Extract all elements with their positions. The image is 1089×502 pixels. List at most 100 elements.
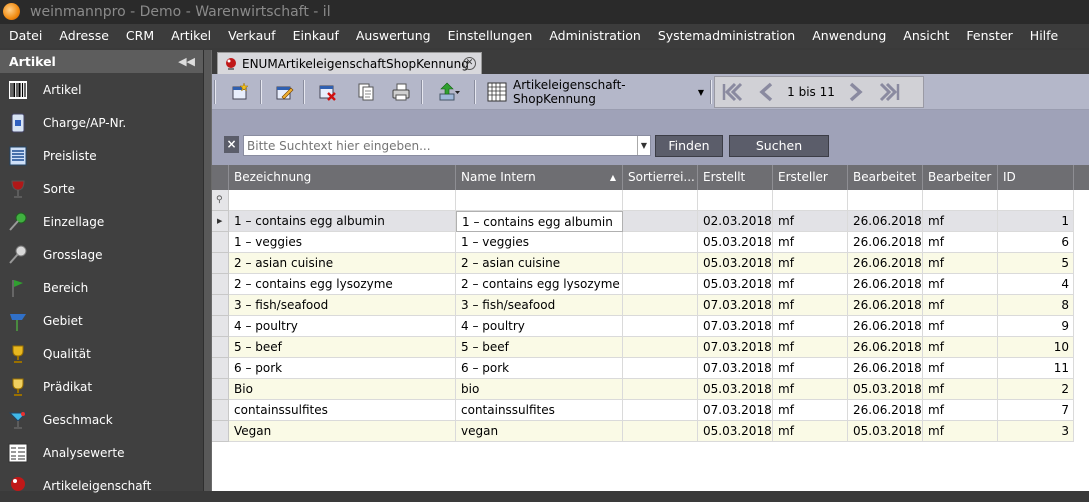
column-header-2[interactable]: Name Intern ▲: [456, 165, 623, 190]
table-cell[interactable]: 2 – contains egg lysozyme: [456, 274, 623, 295]
view-select[interactable]: Artikeleigenschaft-ShopKennung ▼: [483, 78, 704, 106]
table-cell[interactable]: 2 – contains egg lysozyme: [229, 274, 456, 295]
table-cell[interactable]: mf: [923, 211, 998, 232]
column-header-6[interactable]: Bearbeitet: [848, 165, 923, 190]
collapse-sidebar-icon[interactable]: ◀◀: [178, 50, 195, 73]
table-cell[interactable]: 07.03.2018: [698, 400, 773, 421]
sidebar-item-analysewerte[interactable]: Analysewerte: [0, 436, 203, 469]
table-cell[interactable]: 2 – asian cuisine: [229, 253, 456, 274]
table-row[interactable]: 6 – pork 6 – pork 07.03.2018 mf 26.06.2018 mf…: [212, 358, 1089, 379]
menu-anwendung[interactable]: Anwendung: [803, 24, 894, 48]
table-cell[interactable]: 10: [998, 337, 1074, 358]
filter-cell[interactable]: [623, 190, 698, 211]
table-row[interactable]: 1 – veggies 1 – veggies 05.03.2018 mf 26.06.…: [212, 232, 1089, 253]
table-cell[interactable]: 1: [998, 211, 1074, 232]
sidebar-splitter[interactable]: [203, 50, 212, 491]
table-cell[interactable]: vegan: [456, 421, 623, 442]
table-cell[interactable]: [623, 211, 698, 232]
previous-record-icon[interactable]: [749, 81, 783, 103]
find-button[interactable]: Finden: [655, 135, 723, 157]
column-header-1[interactable]: Bezeichnung: [229, 165, 456, 190]
row-selector[interactable]: [212, 253, 229, 274]
sidebar-item-bereich[interactable]: Bereich: [0, 271, 203, 304]
table-cell[interactable]: 26.06.2018: [848, 274, 923, 295]
table-cell[interactable]: 05.03.2018: [848, 421, 923, 442]
table-cell[interactable]: 26.06.2018: [848, 400, 923, 421]
table-cell[interactable]: 3 – fish/seafood: [229, 295, 456, 316]
table-cell[interactable]: 1 – contains egg albumin: [456, 211, 623, 232]
table-cell[interactable]: [623, 316, 698, 337]
sidebar-item-artikel[interactable]: Artikel: [0, 73, 203, 106]
column-header-5[interactable]: Ersteller: [773, 165, 848, 190]
table-row[interactable]: ▶ 1 – contains egg albumin 1 – contains eg…: [212, 211, 1089, 232]
row-selector[interactable]: [212, 379, 229, 400]
table-cell[interactable]: 1 – veggies: [456, 232, 623, 253]
edit-record-icon[interactable]: [273, 80, 297, 104]
menu-crm[interactable]: CRM: [117, 24, 162, 48]
table-cell[interactable]: mf: [923, 253, 998, 274]
table-cell[interactable]: 07.03.2018: [698, 295, 773, 316]
sidebar-item-charge-ap-nr-[interactable]: Charge/AP-Nr.: [0, 106, 203, 139]
sidebar-item-sorte[interactable]: Sorte: [0, 172, 203, 205]
table-cell[interactable]: 5 – beef: [456, 337, 623, 358]
menu-verkauf[interactable]: Verkauf: [219, 24, 283, 48]
table-cell[interactable]: 5 – beef: [229, 337, 456, 358]
table-cell[interactable]: 1 – veggies: [229, 232, 456, 253]
sidebar-item-preisliste[interactable]: Preisliste: [0, 139, 203, 172]
table-cell[interactable]: 26.06.2018: [848, 232, 923, 253]
export-icon[interactable]: [432, 80, 466, 104]
sidebar-item-qualität[interactable]: Qualität: [0, 337, 203, 370]
table-cell[interactable]: mf: [923, 379, 998, 400]
next-record-icon[interactable]: [839, 81, 873, 103]
table-cell[interactable]: Vegan: [229, 421, 456, 442]
sidebar-item-einzellage[interactable]: Einzellage: [0, 205, 203, 238]
filter-cell[interactable]: [998, 190, 1074, 211]
table-cell[interactable]: 05.03.2018: [698, 274, 773, 295]
table-row[interactable]: containssulfites containssulfites 07.03.20…: [212, 400, 1089, 421]
menu-artikel[interactable]: Artikel: [162, 24, 219, 48]
column-header-7[interactable]: Bearbeiter: [923, 165, 998, 190]
menu-systemadministration[interactable]: Systemadministration: [649, 24, 803, 48]
table-cell[interactable]: [623, 337, 698, 358]
table-cell[interactable]: mf: [923, 232, 998, 253]
table-cell[interactable]: mf: [923, 295, 998, 316]
table-cell[interactable]: 05.03.2018: [698, 232, 773, 253]
table-cell[interactable]: 07.03.2018: [698, 358, 773, 379]
copy-record-icon[interactable]: [354, 80, 378, 104]
table-cell[interactable]: [623, 253, 698, 274]
menu-auswertung[interactable]: Auswertung: [347, 24, 439, 48]
table-cell[interactable]: [623, 358, 698, 379]
menu-fenster[interactable]: Fenster: [957, 24, 1020, 48]
table-cell[interactable]: 6 – pork: [229, 358, 456, 379]
search-input[interactable]: [243, 135, 651, 156]
print-icon[interactable]: [389, 80, 413, 104]
column-header-3[interactable]: Sortierrei...: [623, 165, 698, 190]
delete-record-icon[interactable]: [316, 80, 340, 104]
menu-ansicht[interactable]: Ansicht: [894, 24, 957, 48]
table-cell[interactable]: mf: [773, 274, 848, 295]
table-cell[interactable]: mf: [773, 295, 848, 316]
table-cell[interactable]: 02.03.2018: [698, 211, 773, 232]
table-cell[interactable]: [623, 400, 698, 421]
table-cell[interactable]: 6: [998, 232, 1074, 253]
table-cell[interactable]: 11: [998, 358, 1074, 379]
table-row[interactable]: 3 – fish/seafood 3 – fish/seafood 07.03.20…: [212, 295, 1089, 316]
table-cell[interactable]: 3 – fish/seafood: [456, 295, 623, 316]
table-cell[interactable]: containssulfites: [456, 400, 623, 421]
table-cell[interactable]: mf: [773, 337, 848, 358]
menu-einstellungen[interactable]: Einstellungen: [439, 24, 541, 48]
sidebar-item-geschmack[interactable]: Geschmack: [0, 403, 203, 436]
tab-enum-shopkennung[interactable]: ENUMArtikeleigenschaftShopKennung ✕: [217, 52, 482, 74]
table-cell[interactable]: mf: [773, 316, 848, 337]
table-cell[interactable]: 8: [998, 295, 1074, 316]
table-cell[interactable]: mf: [773, 379, 848, 400]
filter-cell[interactable]: [456, 190, 623, 211]
sidebar-item-gebiet[interactable]: Gebiet: [0, 304, 203, 337]
table-cell[interactable]: 26.06.2018: [848, 295, 923, 316]
table-cell[interactable]: 2 – asian cuisine: [456, 253, 623, 274]
row-selector[interactable]: [212, 274, 229, 295]
table-cell[interactable]: 2: [998, 379, 1074, 400]
row-selector[interactable]: [212, 337, 229, 358]
table-cell[interactable]: [623, 295, 698, 316]
row-selector[interactable]: [212, 400, 229, 421]
